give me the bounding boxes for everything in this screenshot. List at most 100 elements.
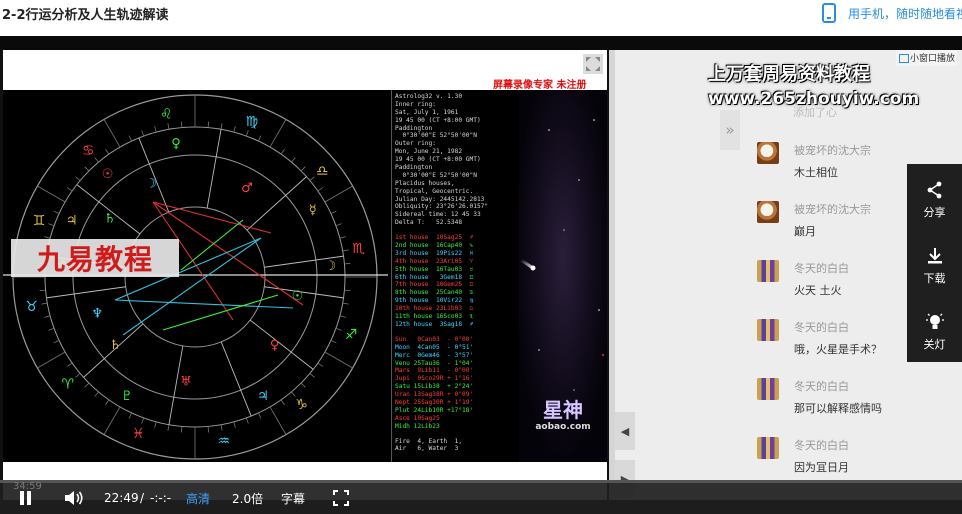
chart-info-line: 5th house 16Tau03 ♉	[395, 265, 474, 273]
page-root: 2-2行运分析及人生轨迹解读 用手机，随时随地看视 屏幕录像专家 未注册 ♐ ♑ ♒…	[0, 0, 962, 514]
speed-button[interactable]: 2.0倍	[232, 490, 263, 506]
chat-username[interactable]: 冬天的白白	[794, 378, 849, 394]
chat-message: 冬天的白白那可以解释感情吗	[757, 372, 957, 430]
chat-username[interactable]: 冬天的白白	[794, 260, 849, 276]
fullscreen-icon[interactable]	[333, 490, 349, 506]
avatar[interactable]	[757, 201, 779, 223]
avatar[interactable]	[757, 437, 779, 459]
mobile-watch-label: 用手机，随时随地看视	[848, 6, 962, 21]
download-button[interactable]: 下载	[907, 230, 962, 296]
svg-text:♑: ♑	[295, 397, 308, 413]
current-time: 22:49	[104, 491, 139, 505]
chat-prev-arrow[interactable]: ◀	[615, 412, 635, 450]
chat-username[interactable]: 被宠坏的沈大宗	[794, 201, 871, 217]
progress-bar[interactable]	[0, 480, 962, 483]
chart-info-line: Asce 10Sag25	[395, 414, 440, 422]
svg-text:♉: ♉	[25, 299, 38, 315]
chart-info-line: 2nd house 16Cap40 ♑	[395, 242, 474, 250]
chart-info-line: 0°30'00"E 52°50'00"N	[395, 171, 477, 179]
volume-icon[interactable]	[64, 490, 84, 506]
chart-info-line	[395, 431, 519, 438]
chat-text: 因为冝日月	[794, 461, 849, 474]
svg-text:♎: ♎	[316, 163, 329, 179]
chat-username[interactable]: 冬天的白白	[794, 319, 849, 335]
chat-text: 那可以解释感情吗	[794, 402, 882, 415]
chart-info-line	[395, 329, 519, 336]
chart-info-line: Delta T: 52.5348	[395, 219, 463, 227]
video-frame[interactable]: 屏幕录像专家 未注册 ♐♑♒♓♈♉♊♋♌♍♎♏♃♄☉☽♀♂☿♆♇♅♃☉☽♀♂♄ …	[3, 50, 607, 500]
avatar[interactable]	[757, 378, 779, 400]
chart-info-line: Venu 25Tau36 - 1°04'	[395, 359, 474, 367]
download-label: 下载	[923, 272, 946, 285]
chart-info-line: 19 45 00 (CT +8:00 GMT)	[395, 116, 481, 124]
chart-info-line: Sidereal time: 12 45 33	[395, 211, 481, 219]
subtitles-button[interactable]: 字幕	[281, 490, 305, 506]
download-icon	[928, 248, 942, 264]
share-icon	[927, 181, 942, 199]
svg-text:☿: ☿	[309, 203, 317, 218]
chart-info-line: 1st house 10Sag25 ♐	[395, 234, 474, 242]
control-bar	[0, 480, 962, 514]
chart-info-line: Midh 12Lib23	[395, 422, 440, 430]
svg-text:♄: ♄	[110, 338, 122, 353]
phone-icon	[822, 3, 836, 23]
chart-info-line: 7th house 10Gem25 ♊	[395, 281, 474, 289]
svg-text:♊: ♊	[33, 213, 46, 229]
svg-text:☽: ☽	[325, 259, 337, 274]
chart-info-line: Fire 4, Earth 1,	[395, 437, 463, 445]
svg-text:♋: ♋	[82, 143, 95, 159]
chart-info-line: 0°30'00"E 52°50'00"N	[395, 132, 477, 140]
share-label: 分享	[923, 206, 946, 219]
svg-text:♃: ♃	[66, 214, 78, 229]
chart-info-line: Astrolog32 v. 1.30	[395, 93, 463, 100]
lights-off-label: 关灯	[923, 338, 946, 351]
chart-info-line: Sun 0Can03 - 0°00'	[395, 335, 474, 343]
chart-info-line: Uran 13Sag38R + 0°09'	[395, 391, 474, 399]
svg-text:♃: ♃	[257, 389, 269, 404]
chart-info-line: Mars 9Lib11 - 0°00'	[395, 367, 474, 375]
nebula-logo: 星神	[543, 398, 583, 422]
chart-info-line: 10th house 23Lib03 ♎	[395, 305, 474, 313]
svg-text:♍: ♍	[245, 114, 258, 130]
chart-info-line: Placidus houses,	[395, 179, 455, 187]
chart-info-line: Inner ring:	[395, 100, 436, 108]
player-top-strip	[0, 36, 962, 50]
pause-icon[interactable]	[19, 491, 33, 505]
chart-info-line: Obliquity: 23°26'26.0157"	[395, 203, 489, 211]
lights-off-button[interactable]: 关灯	[907, 296, 962, 362]
svg-text:♓: ♓	[132, 426, 145, 442]
chart-info-line: 3rd house 19Pis22 ♓	[395, 249, 474, 257]
mini-window-button[interactable]: 小窗口播放	[896, 50, 958, 66]
chat-username[interactable]: 被宠坏的沈大宗	[794, 142, 871, 158]
avatar[interactable]	[757, 142, 779, 164]
chat-username[interactable]: 冬天的白白	[794, 437, 849, 453]
svg-text:♇: ♇	[121, 389, 133, 404]
mobile-watch-link[interactable]: 用手机，随时随地看视	[822, 2, 962, 24]
chat-text: 木土相位	[794, 166, 838, 179]
chat-text: 巅月	[794, 225, 816, 238]
top-bar: 2-2行运分析及人生轨迹解读 用手机，随时随地看视	[0, 0, 962, 36]
chart-info-line: Outer ring:	[395, 140, 436, 148]
svg-text:☽: ☽	[145, 177, 157, 192]
svg-text:♆: ♆	[91, 307, 103, 322]
quality-button[interactable]: 高清	[186, 490, 210, 506]
avatar[interactable]	[757, 319, 779, 341]
recorder-watermark: 屏幕录像专家 未注册	[493, 80, 587, 91]
chat-collapse-button[interactable]: »	[720, 110, 740, 150]
chart-info-line: 11th house 16Sco03 ♏	[395, 313, 474, 321]
svg-text:♌: ♌	[160, 107, 173, 123]
chart-info-line: Julian Day: 2445142.2813	[395, 195, 485, 203]
svg-text:☉: ☉	[292, 289, 304, 304]
svg-text:♐: ♐	[345, 327, 358, 343]
chart-info-line: Moon 4Can05 - 0°51'	[395, 343, 474, 351]
expand-icon[interactable]	[583, 54, 603, 74]
overlay-url: www.265zhouyiw.com	[708, 89, 920, 109]
brand-badge: 九易教程	[11, 239, 179, 277]
chart-info-line: Tropical, Geocentric.	[395, 187, 474, 195]
svg-text:♂: ♂	[241, 181, 253, 196]
brand-badge-text: 九易教程	[36, 243, 153, 276]
nebula-url: aobao.com	[535, 422, 591, 432]
share-button[interactable]: 分享	[907, 164, 962, 230]
avatar[interactable]	[757, 260, 779, 282]
action-panel: 分享 下载 关灯	[907, 164, 962, 362]
